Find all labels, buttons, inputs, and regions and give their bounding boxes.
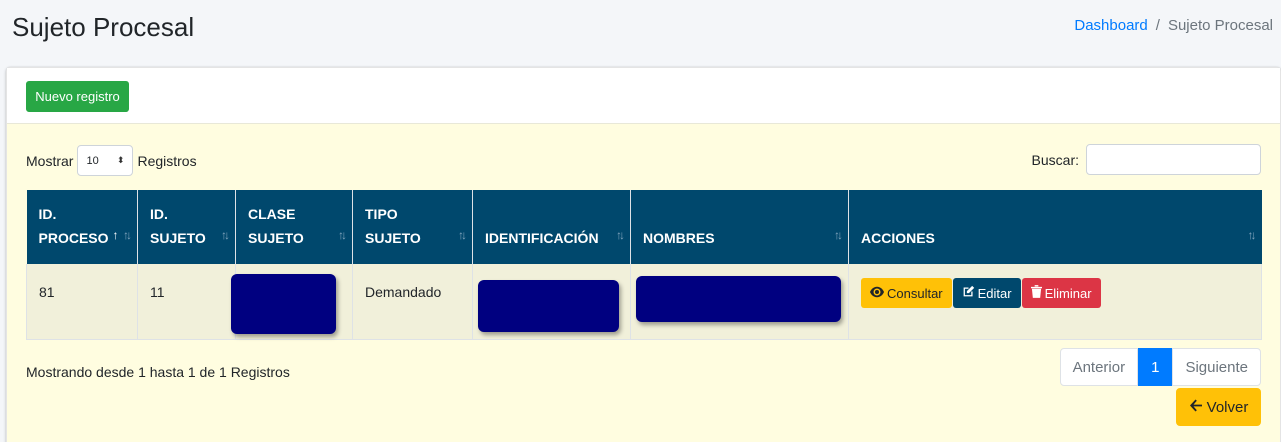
search-input[interactable] <box>1086 144 1261 175</box>
header-line1: CLASE <box>248 206 296 222</box>
search-label: Buscar: <box>1031 151 1079 168</box>
redaction-block <box>478 280 619 332</box>
page-size-select[interactable]: 10 ⬍ <box>77 145 134 176</box>
redaction-block <box>636 276 841 322</box>
cell-id-proceso: 81 <box>26 264 138 340</box>
pagination-previous[interactable]: Anterior <box>1059 348 1139 386</box>
sort-icon: ↑↓ <box>616 228 625 242</box>
column-header-clase-sujeto[interactable]: CLASE SUJETO ↑↓ <box>235 190 353 264</box>
consultar-label: Consultar <box>887 285 943 301</box>
header-line2: SUJETO <box>365 230 421 246</box>
back-button[interactable]: Volver <box>1176 388 1261 426</box>
column-header-id-proceso[interactable]: ID. PROCESO ↑ ↑↓ <box>26 190 138 264</box>
sort-icon: ↑↓ <box>338 228 347 242</box>
select-arrows-icon: ⬍ <box>116 155 125 165</box>
header-line2: NOMBRES <box>643 230 715 246</box>
records-table: ID. PROCESO ↑ ↑↓ ID. SUJETO ↑↓ CLASE SUJ… <box>26 190 1262 340</box>
breadcrumb: Dashboard / Sujeto Procesal <box>1074 17 1273 34</box>
header-line1: TIPO <box>365 206 398 222</box>
records-label: Registros <box>137 152 197 169</box>
pagination-next[interactable]: Siguiente <box>1172 348 1261 386</box>
header-line2: SUJETO <box>248 230 304 246</box>
header-line2: ACCIONES <box>861 230 935 246</box>
sort-icon: ↑↓ <box>1247 228 1257 242</box>
cell-clase-sujeto <box>231 264 353 340</box>
table-row: 81 11 Demandado Consultar Editar Elimina… <box>26 264 1262 340</box>
column-header-nombres[interactable]: NOMBRES ↑↓ <box>630 190 849 264</box>
page-size-value: 10 <box>86 154 99 167</box>
card-header: Nuevo registro <box>7 68 1280 124</box>
edit-icon <box>962 285 975 301</box>
eliminar-button[interactable]: Eliminar <box>1021 278 1101 308</box>
cell-identificacion <box>472 264 631 340</box>
new-record-button[interactable]: Nuevo registro <box>26 81 129 112</box>
editar-button[interactable]: Editar <box>952 278 1021 308</box>
sort-asc-icon: ↑ <box>112 228 119 242</box>
breadcrumb-separator: / <box>1155 17 1160 34</box>
consultar-button[interactable]: Consultar <box>861 278 952 308</box>
header-line2: PROCESO <box>38 230 109 246</box>
header-line2: IDENTIFICACIÓN <box>485 230 599 246</box>
redaction-block <box>231 274 336 334</box>
cell-tipo-sujeto: Demandado <box>352 264 473 340</box>
column-header-identificacion[interactable]: IDENTIFICACIÓN ↑↓ <box>472 190 631 264</box>
header-line2: SUJETO <box>150 230 206 246</box>
cell-id-sujeto: 11 <box>137 264 236 340</box>
header-line1: ID. <box>150 206 168 222</box>
breadcrumb-dashboard-link[interactable]: Dashboard <box>1074 17 1147 34</box>
content-card: Nuevo registro Mostrar 10 ⬍ Registros Bu… <box>6 67 1281 442</box>
cell-acciones: Consultar Editar Eliminar <box>848 264 1262 340</box>
eliminar-label: Eliminar <box>1044 285 1092 301</box>
pagination-page-1[interactable]: 1 <box>1138 348 1173 386</box>
editar-label: Editar <box>977 285 1012 301</box>
show-label: Mostrar <box>26 152 74 169</box>
search-control: Buscar: <box>1032 144 1261 175</box>
table-info: Mostrando desde 1 hasta 1 de 1 Registros <box>26 364 290 380</box>
column-header-tipo-sujeto[interactable]: TIPO SUJETO ↑↓ <box>352 190 473 264</box>
pagination: Anterior 1 Siguiente <box>1059 348 1261 386</box>
sort-icon: ↑↓ <box>123 228 132 242</box>
cell-nombres <box>630 264 849 340</box>
sort-icon: ↑↓ <box>834 228 843 242</box>
column-header-id-sujeto[interactable]: ID. SUJETO ↑↓ <box>137 190 236 264</box>
sort-icon: ↑↓ <box>221 228 230 242</box>
eye-icon <box>870 286 884 301</box>
trash-icon <box>1030 285 1042 301</box>
column-header-acciones[interactable]: ACCIONES ↑↓ <box>848 190 1262 264</box>
header-line1: ID. <box>38 206 57 222</box>
back-label: Volver <box>1206 398 1249 416</box>
page-title: Sujeto Procesal <box>12 12 195 42</box>
page-size-control: Mostrar 10 ⬍ Registros <box>26 145 197 176</box>
sort-icon: ↑↓ <box>458 228 467 242</box>
breadcrumb-current: Sujeto Procesal <box>1167 17 1273 34</box>
arrow-left-icon <box>1189 399 1203 416</box>
